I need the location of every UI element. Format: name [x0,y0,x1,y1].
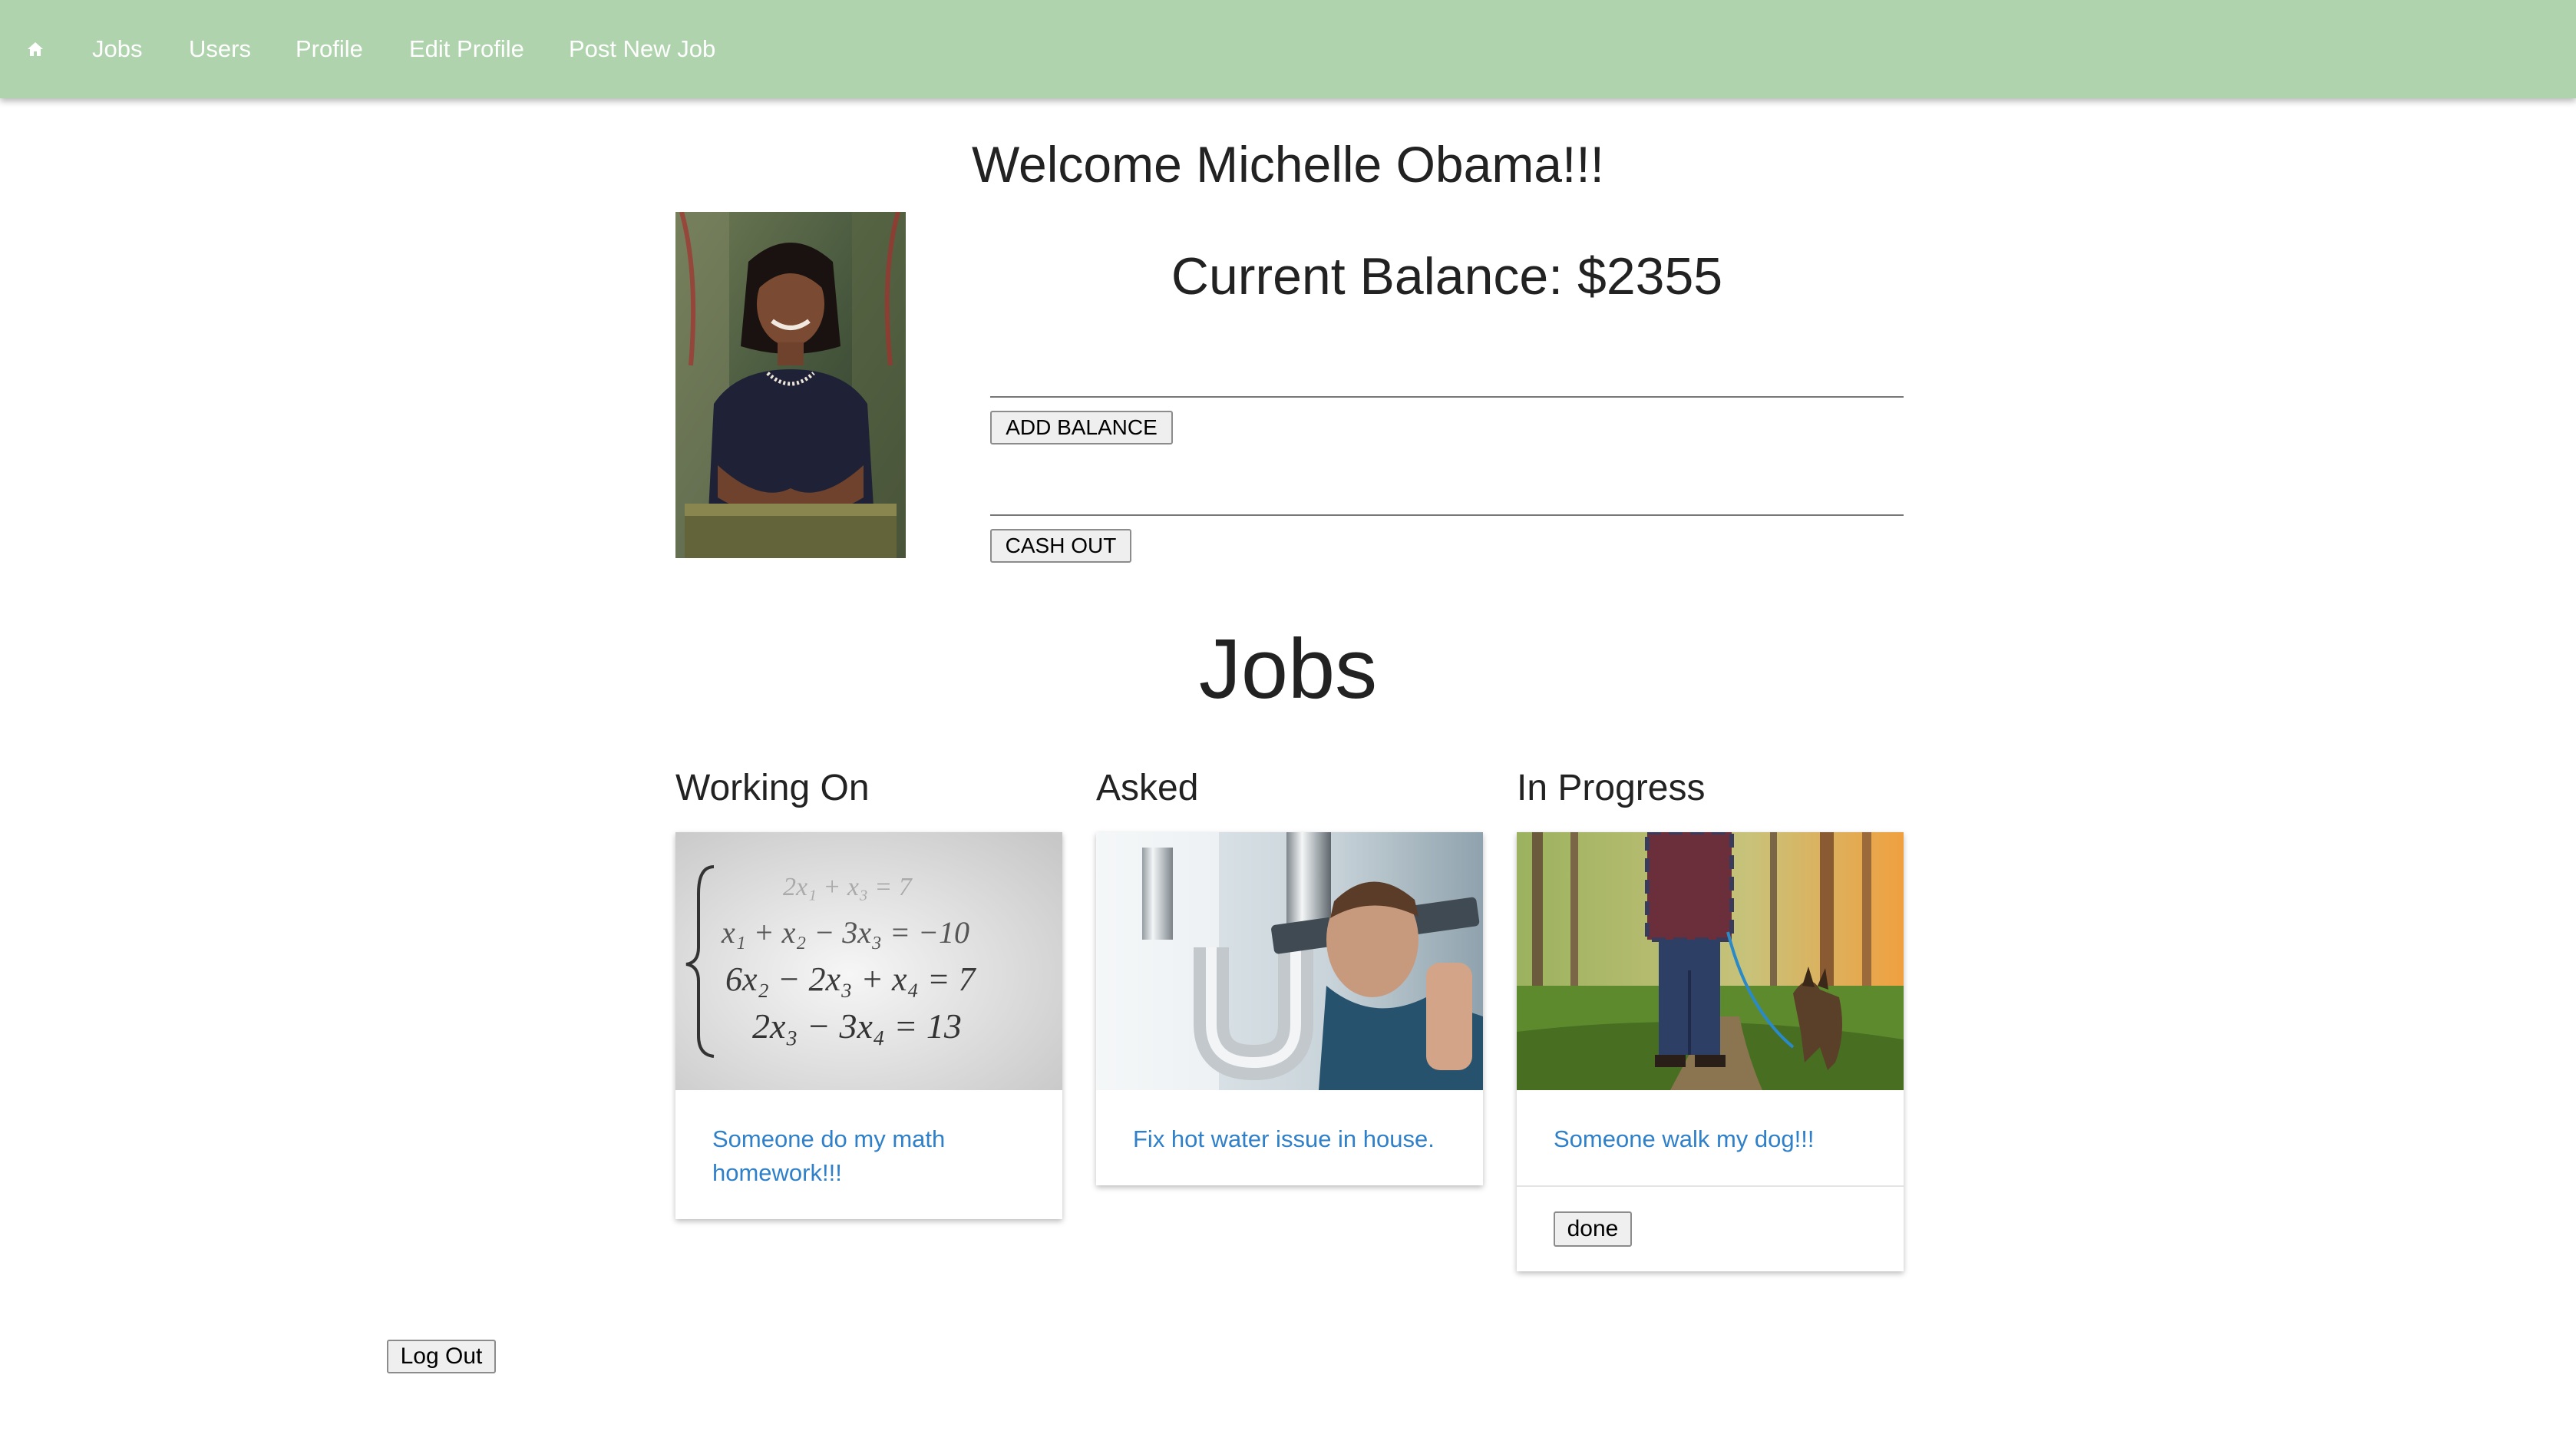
top-nav-bar: Jobs Users Profile Edit Profile Post New… [0,0,2576,98]
job-card-in-progress: Someone walk my dog!!! done [1517,832,1904,1271]
job-card-asked: Fix hot water issue in house. [1096,832,1483,1185]
asked-heading: Asked [1096,768,1199,808]
nav-link-jobs[interactable]: Jobs [92,32,142,66]
nav-link-profile[interactable]: Profile [296,32,363,66]
dog-walk-image [1517,832,1904,1090]
home-button[interactable] [20,32,51,66]
in-progress-heading: In Progress [1517,768,1706,808]
math-line-3: 6x₂ − 2x₃ + x₄ = 7 [725,960,977,998]
plumbing-image [1096,832,1483,1090]
card-actions: done [1517,1185,1904,1271]
nav-link-post-new-job[interactable]: Post New Job [569,32,715,66]
current-balance: Current Balance: $2355 [1171,247,1723,306]
welcome-heading: Welcome Michelle Obama!!! [971,136,1605,193]
done-button[interactable]: done [1554,1211,1632,1247]
jobs-heading: Jobs [1198,622,1378,716]
nav-link-edit-profile[interactable]: Edit Profile [409,32,524,66]
math-line-2: x₁ + x₂ − 3x₃ = −10 [721,915,969,950]
profile-avatar [675,212,906,558]
working-on-heading: Working On [675,768,870,808]
math-homework-image: 2x₁ + x₃ = 7 x₁ + x₂ − 3x₃ = −10 6x₂ − 2… [675,832,1062,1090]
job-link-math-homework[interactable]: Someone do my math homework!!! [712,1125,945,1186]
cash-out-input[interactable] [990,476,1904,516]
math-line-1: 2x₁ + x₃ = 7 [783,873,913,901]
add-balance-input[interactable] [990,358,1904,398]
job-link-fix-hot-water[interactable]: Fix hot water issue in house. [1133,1125,1435,1152]
job-link-walk-dog[interactable]: Someone walk my dog!!! [1554,1125,1814,1152]
cash-out-button[interactable]: CASH OUT [990,529,1131,563]
math-line-4: 2x₃ − 3x₄ = 13 [752,1006,962,1046]
job-card-working-on: 2x₁ + x₃ = 7 x₁ + x₂ − 3x₃ = −10 6x₂ − 2… [675,832,1062,1219]
logout-button[interactable]: Log Out [387,1340,496,1373]
home-icon [28,42,43,56]
add-balance-button[interactable]: ADD BALANCE [990,411,1173,445]
nav-link-users[interactable]: Users [189,32,251,66]
